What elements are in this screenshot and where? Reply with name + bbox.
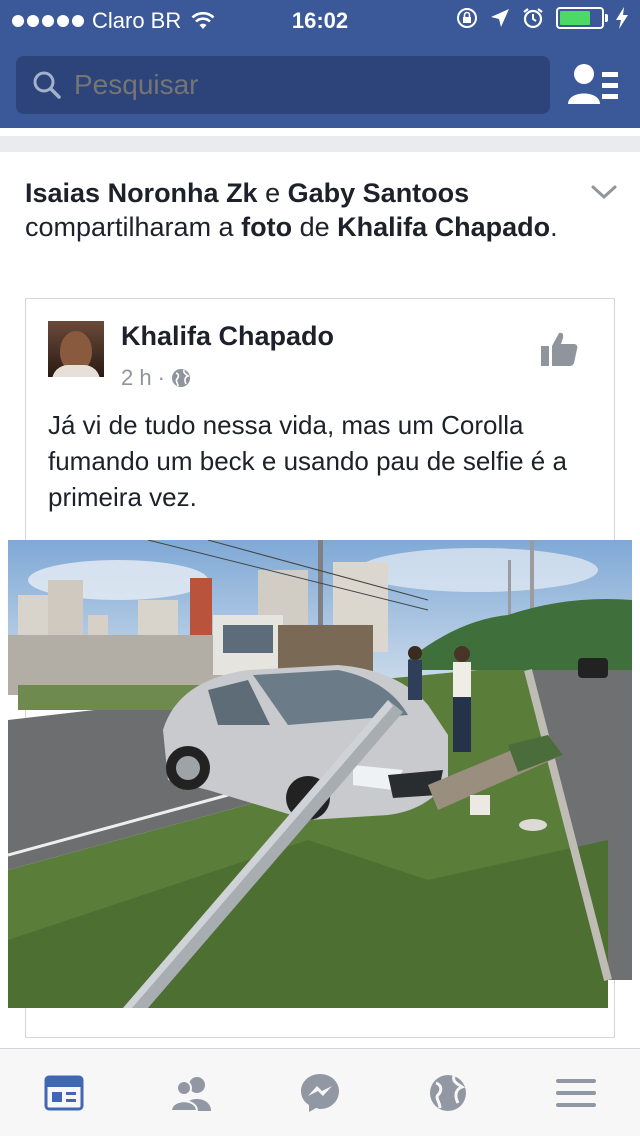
friend-requests-icon bbox=[169, 1076, 211, 1111]
location-arrow-icon bbox=[491, 9, 509, 27]
post-author[interactable]: Khalifa Chapado bbox=[121, 321, 334, 352]
search-icon bbox=[33, 71, 61, 99]
post-time[interactable]: 2 h bbox=[121, 365, 152, 391]
owner-link[interactable]: Khalifa Chapado bbox=[337, 212, 550, 242]
charging-bolt-icon bbox=[616, 7, 628, 29]
bottom-tab-bar bbox=[0, 1048, 640, 1136]
post-meta: 2 h · bbox=[121, 365, 191, 391]
friend-list-icon[interactable] bbox=[566, 62, 620, 108]
avatar[interactable] bbox=[48, 321, 104, 377]
globe-notifications-icon bbox=[430, 1074, 466, 1111]
like-page-icon[interactable] bbox=[540, 329, 580, 369]
search-input[interactable] bbox=[74, 69, 544, 101]
rotation-lock-icon bbox=[457, 8, 477, 28]
period-text: . bbox=[550, 212, 558, 242]
messenger-icon bbox=[301, 1073, 339, 1112]
tab-friend-requests[interactable] bbox=[128, 1049, 256, 1136]
conjunction-text: e bbox=[265, 178, 281, 208]
action-text: compartilharam a bbox=[25, 212, 234, 242]
search-bar[interactable] bbox=[16, 56, 550, 114]
story-header: Isaias Noronha Zk e Gaby Santoos compart… bbox=[25, 176, 565, 244]
post-text: Já vi de tudo nessa vida, mas um Corolla… bbox=[48, 410, 567, 512]
battery-level bbox=[560, 11, 590, 25]
tab-menu[interactable] bbox=[512, 1049, 640, 1136]
tab-messenger[interactable] bbox=[256, 1049, 384, 1136]
meta-separator: · bbox=[157, 365, 165, 390]
tab-notifications[interactable] bbox=[384, 1049, 512, 1136]
menu-icon bbox=[556, 1078, 596, 1107]
battery-icon bbox=[556, 7, 608, 29]
globe-icon bbox=[171, 369, 190, 387]
tab-news-feed[interactable] bbox=[0, 1049, 128, 1136]
preposition-text: de bbox=[299, 212, 330, 242]
feed-separator bbox=[0, 128, 640, 152]
top-header: Claro BR 16:02 bbox=[0, 0, 640, 128]
alarm-icon bbox=[523, 8, 543, 29]
post-photo[interactable] bbox=[8, 540, 632, 1008]
actor-link[interactable]: Isaias Noronha Zk bbox=[25, 178, 258, 208]
news-feed-icon bbox=[44, 1075, 84, 1110]
status-bar: Claro BR 16:02 bbox=[0, 0, 640, 40]
chevron-down-icon[interactable] bbox=[590, 182, 618, 202]
photo-link[interactable]: foto bbox=[241, 212, 292, 242]
actor-link[interactable]: Gaby Santoos bbox=[288, 178, 470, 208]
